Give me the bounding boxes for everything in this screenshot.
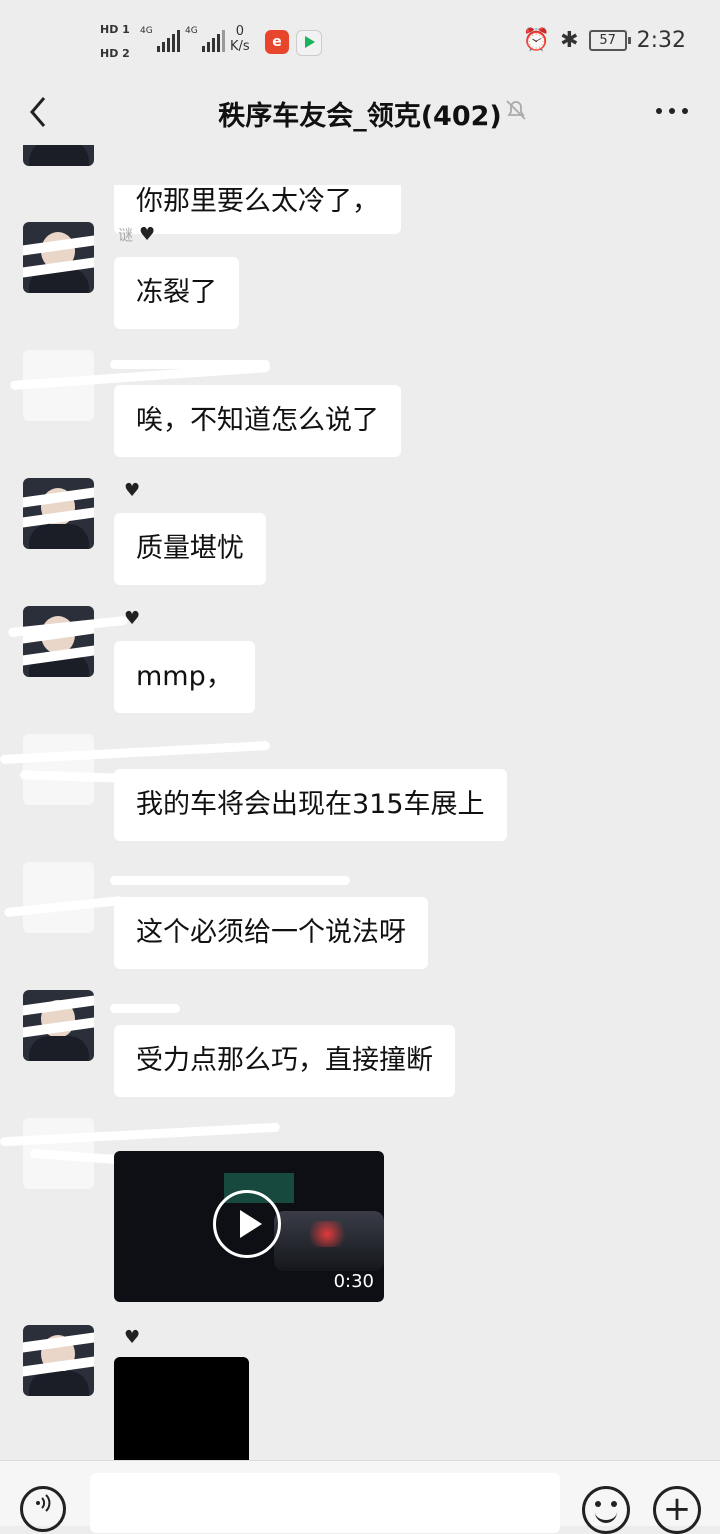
sender-name: ♥ [118, 1327, 140, 1348]
message-bubble[interactable]: mmp， [114, 641, 255, 713]
avatar[interactable] [23, 222, 94, 293]
redaction-mark [110, 360, 270, 369]
message-bubble[interactable]: 冻裂了 [114, 257, 239, 329]
play-icon[interactable] [213, 1190, 281, 1258]
chat-title: 秩序车友会_领克(402) [218, 101, 502, 132]
network-speed: 0 K/s [230, 24, 250, 54]
message-input[interactable] [90, 1473, 560, 1533]
sender-name: ♥ [118, 608, 140, 629]
emoji-icon[interactable] [582, 1486, 630, 1534]
plus-icon[interactable]: + [653, 1486, 701, 1534]
voice-icon[interactable] [20, 1486, 66, 1532]
avatar[interactable] [23, 606, 94, 677]
redaction-mark [110, 876, 350, 885]
video-duration: 0:30 [333, 1271, 374, 1292]
app-notification-icon: e [265, 30, 289, 54]
signal-icon-2: 4G [185, 26, 225, 52]
title-bar: 秩序车友会_领克(402) [0, 82, 720, 146]
clock: 2:32 [636, 28, 686, 53]
message-bubble[interactable]: 质量堪忧 [114, 513, 266, 585]
message-bubble[interactable]: 唉，不知道怎么说了 [114, 385, 401, 457]
sender-name-text: 谜 [118, 226, 134, 244]
bell-off-icon [505, 98, 527, 122]
heart-icon: ♥ [124, 608, 141, 629]
avatar[interactable] [23, 990, 94, 1061]
battery-icon: 57 [588, 30, 631, 51]
redaction-mark [110, 1004, 180, 1013]
image-message[interactable] [114, 1357, 249, 1467]
sender-name: ♥ [118, 480, 140, 501]
heart-icon: ♥ [139, 224, 156, 245]
video-message[interactable]: 0:30 [114, 1151, 384, 1302]
speed-unit: K/s [230, 39, 250, 54]
heart-icon: ♥ [124, 1327, 141, 1348]
avatar[interactable] [23, 478, 94, 549]
sender-name: 谜 ♥ [118, 224, 155, 245]
hd-badge-2: HD 2 [100, 47, 130, 60]
input-bar: + [0, 1460, 720, 1534]
network-type-1: 4G [140, 26, 153, 36]
speed-value: 0 [235, 24, 244, 39]
alarm-icon: ⏰ [522, 28, 551, 53]
network-type-2: 4G [185, 26, 198, 36]
video-app-icon [296, 30, 322, 56]
hd-badge-1: HD 1 [100, 23, 130, 36]
message-bubble[interactable]: 这个必须给一个说法呀 [114, 897, 428, 969]
heart-icon: ♥ [124, 480, 141, 501]
status-right: ⏰ ✱ 57 2:32 [523, 28, 686, 53]
avatar[interactable] [23, 1325, 94, 1396]
bluetooth-icon: ✱ [560, 28, 579, 53]
avatar[interactable] [23, 862, 94, 933]
status-bar: HD 1 HD 2 4G 4G 0 K/s e ⏰ ✱ 57 2:32 [0, 0, 720, 82]
more-dots-icon[interactable] [656, 108, 688, 114]
avatar[interactable] [23, 734, 94, 805]
message-bubble[interactable]: 我的车将会出现在315车展上 [114, 769, 507, 841]
signal-icon-1: 4G [140, 26, 180, 52]
message-bubble[interactable]: 受力点那么巧，直接撞断 [114, 1025, 455, 1097]
